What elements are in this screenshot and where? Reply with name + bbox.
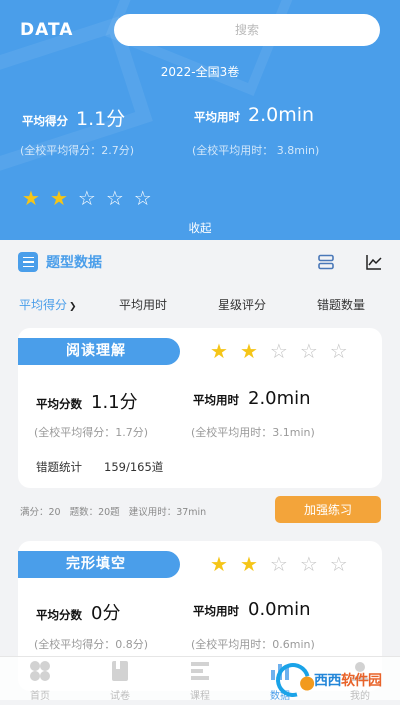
list-view-icon[interactable] xyxy=(317,253,335,271)
card-meta: 满分：20 题数：20题 建议用时：37min xyxy=(20,504,206,518)
wrong-stats-label: 错题统计 xyxy=(36,460,82,474)
card-time-value: 2.0min xyxy=(248,388,311,409)
card-score-stat: 平均分数 1.1分 xyxy=(36,388,138,414)
document-list-icon xyxy=(18,252,38,272)
card-time-label: 平均用时 xyxy=(193,604,239,618)
card-score-label: 平均分数 xyxy=(36,397,82,411)
paper-icon xyxy=(108,660,132,682)
star-empty-icon: ☆ xyxy=(105,186,124,210)
watermark-text: 西西软件园 xyxy=(314,670,382,690)
tab-star-rating[interactable]: 星级评分 xyxy=(218,296,266,313)
chevron-down-icon: ❯ xyxy=(69,302,77,312)
wrong-stats-value: 159/165道 xyxy=(104,460,164,474)
card-title: 阅读理解 xyxy=(18,338,180,365)
brand-title: DATA xyxy=(20,20,74,40)
nav-paper[interactable]: 试卷 xyxy=(80,657,160,702)
card-star-rating: ★ ★ ☆ ☆ ☆ xyxy=(210,341,348,361)
card-star-rating: ★ ★ ☆ ☆ ☆ xyxy=(210,554,348,574)
card-score-value: 0分 xyxy=(91,603,121,624)
star-empty-icon: ☆ xyxy=(299,339,318,363)
watermark-text-a: 西西 xyxy=(314,673,342,689)
question-count: 题数：20题 xyxy=(69,507,120,518)
practice-button[interactable]: 加强练习 xyxy=(275,496,381,523)
school-avg-score: (全校平均得分：2.7分) xyxy=(20,144,135,157)
section-header: 题型数据 xyxy=(18,252,102,272)
star-empty-icon: ☆ xyxy=(299,552,318,576)
card-time-stat: 平均用时 2.0min xyxy=(193,388,311,409)
wrong-stats: 错题统计 159/165道 xyxy=(36,459,163,475)
star-empty-icon: ☆ xyxy=(269,339,288,363)
star-filled-icon: ★ xyxy=(239,339,258,363)
exam-title: 2022-全国3卷 xyxy=(160,65,240,79)
card-school-time: (全校平均用时：3.1min) xyxy=(191,426,315,439)
card-school-score: (全校平均得分：0.8分) xyxy=(34,638,149,651)
card-time-stat: 平均用时 0.0min xyxy=(193,599,311,620)
star-filled-icon: ★ xyxy=(49,186,68,210)
avg-time-value: 2.0min xyxy=(248,104,315,126)
section-title: 题型数据 xyxy=(46,255,102,271)
card-score-value: 1.1分 xyxy=(91,392,138,413)
nav-home[interactable]: 首页 xyxy=(0,657,80,702)
star-empty-icon: ☆ xyxy=(269,552,288,576)
avg-score-label: 平均得分 xyxy=(22,114,68,128)
sort-tabs: 平均得分 ❯ 平均用时 星级评分 错题数量 xyxy=(0,296,400,316)
tab-label: 平均得分 xyxy=(19,298,68,312)
avg-score-value: 1.1分 xyxy=(76,108,126,130)
star-empty-icon: ☆ xyxy=(133,186,152,210)
watermark-logo-icon xyxy=(269,656,317,704)
school-avg-time: (全校平均用时： 3.8min) xyxy=(192,144,320,157)
card-title: 完形填空 xyxy=(18,551,180,578)
star-filled-icon: ★ xyxy=(210,339,228,363)
home-grid-icon xyxy=(28,660,52,682)
suggested-time: 建议用时：37min xyxy=(128,507,207,518)
tab-avg-time[interactable]: 平均用时 xyxy=(119,296,167,313)
card-time-label: 平均用时 xyxy=(193,393,239,407)
tab-wrong-count[interactable]: 错题数量 xyxy=(317,296,365,313)
header-star-rating: ★ ★ ☆ ☆ ☆ xyxy=(22,188,152,208)
site-watermark: 西西软件园 xyxy=(269,656,400,704)
full-score: 满分：20 xyxy=(20,507,61,518)
tab-label: 星级评分 xyxy=(218,298,267,312)
avg-time-label: 平均用时 xyxy=(194,110,240,124)
tab-avg-score[interactable]: 平均得分 ❯ xyxy=(19,296,77,313)
card-score-label: 平均分数 xyxy=(36,608,82,622)
nav-course[interactable]: 课程 xyxy=(160,657,240,702)
collapse-button[interactable]: 收起 xyxy=(0,220,400,236)
card-school-time: (全校平均用时：0.6min) xyxy=(191,638,315,651)
star-empty-icon: ☆ xyxy=(329,552,348,576)
card-time-value: 0.0min xyxy=(248,599,311,620)
avg-score-stat: 平均得分 1.1分 xyxy=(22,104,125,131)
line-chart-icon[interactable] xyxy=(365,253,383,271)
course-icon xyxy=(188,660,212,682)
watermark-text-b: 软件园 xyxy=(341,673,382,689)
star-filled-icon: ★ xyxy=(22,186,40,210)
star-filled-icon: ★ xyxy=(210,552,228,576)
avg-time-stat: 平均用时 2.0min xyxy=(194,104,314,126)
star-empty-icon: ☆ xyxy=(77,186,96,210)
question-type-card[interactable]: 阅读理解 ★ ★ ☆ ☆ ☆ 平均分数 1.1分 平均用时 2.0min (全校平均得分… xyxy=(18,328,382,488)
card-school-score: (全校平均得分：1.7分) xyxy=(34,426,149,439)
tab-label: 平均用时 xyxy=(119,298,168,312)
star-empty-icon: ☆ xyxy=(329,339,348,363)
header-panel: DATA 2022-全国3卷 平均得分 1.1分 平均用时 2.0min (全校… xyxy=(0,0,400,240)
tab-label: 错题数量 xyxy=(317,298,366,312)
card-score-stat: 平均分数 0分 xyxy=(36,599,120,625)
star-filled-icon: ★ xyxy=(239,552,258,576)
search-input[interactable] xyxy=(114,14,380,46)
